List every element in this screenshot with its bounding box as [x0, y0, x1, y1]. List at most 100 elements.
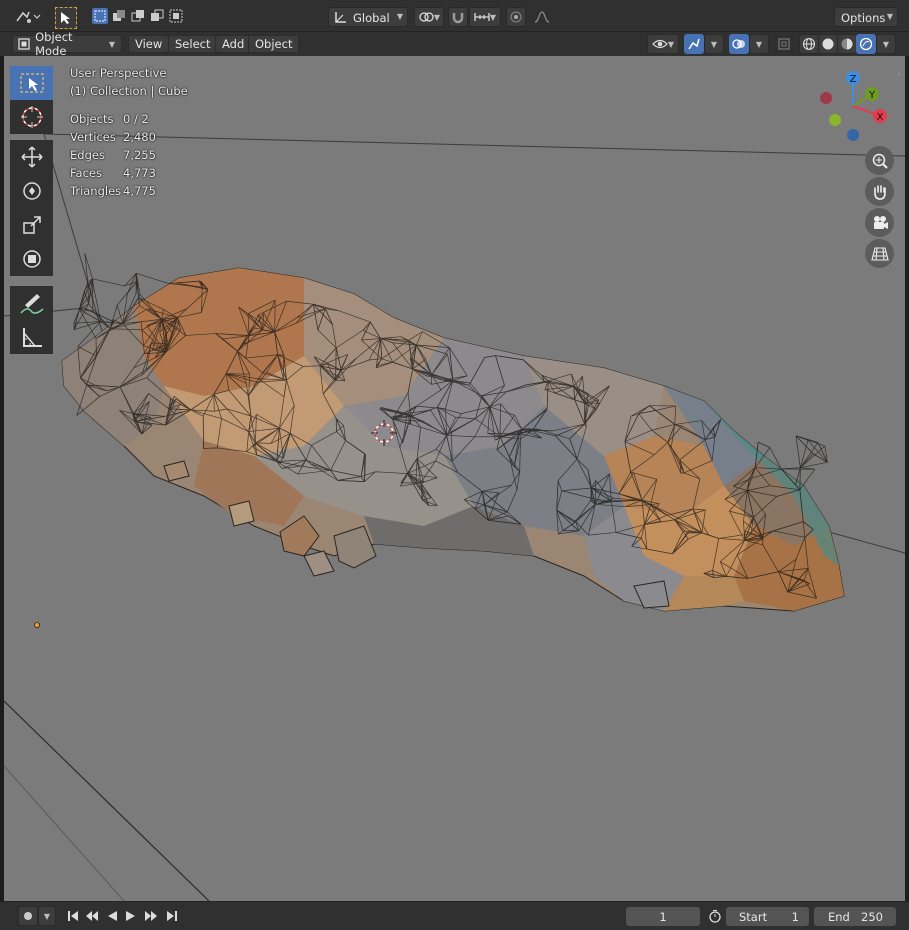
xray-toggle-button[interactable] — [774, 34, 794, 54]
end-value: 250 — [861, 909, 883, 924]
next-keyframe-icon — [145, 911, 157, 921]
add-menu[interactable]: Add — [215, 35, 252, 53]
solid-sphere-icon — [822, 38, 834, 50]
tool-transform[interactable] — [10, 242, 53, 276]
camera-view-button[interactable] — [865, 208, 894, 237]
play-reverse-button[interactable] — [103, 907, 121, 925]
viewport-scene — [4, 133, 905, 901]
xray-icon — [778, 38, 790, 50]
tool-rotate[interactable] — [10, 174, 53, 208]
play-reverse-icon — [108, 911, 117, 921]
gizmo-dropdown[interactable]: ▼ — [704, 34, 724, 54]
view-menu[interactable]: View — [128, 35, 170, 53]
navigation-gizmo[interactable]: Z Y X — [810, 66, 896, 146]
sidebar-toggle[interactable]: ‹ — [897, 70, 905, 86]
prev-keyframe-icon — [86, 911, 98, 921]
scanned-rock-mesh[interactable] — [61, 267, 845, 612]
pivot-point-dropdown[interactable]: ▼ — [414, 7, 444, 27]
shading-material-button[interactable] — [837, 34, 857, 54]
tool-move[interactable] — [10, 140, 53, 174]
material-sphere-icon — [841, 38, 853, 50]
tool-settings-header: Global ▼ ▼ ▼ Options ▼ — [0, 0, 909, 32]
toggle-perspective-button[interactable] — [865, 239, 894, 268]
grid-perspective-icon — [870, 246, 889, 261]
chevron-down-icon: ▼ — [886, 12, 893, 21]
prev-keyframe-button[interactable] — [83, 907, 101, 925]
stopwatch-icon[interactable] — [706, 907, 724, 925]
options-dropdown[interactable]: Options ▼ — [834, 7, 898, 27]
rendered-sphere-icon — [859, 37, 873, 51]
jump-start-icon — [68, 911, 78, 921]
orientation-global-icon — [335, 12, 346, 23]
gizmo-icon — [688, 38, 700, 50]
view-perspective-label: User Perspective — [70, 66, 167, 80]
mode-subtract-button[interactable] — [130, 8, 146, 24]
record-button[interactable] — [18, 906, 38, 926]
stat-value: 0 / 2 — [123, 112, 149, 126]
play-button[interactable] — [122, 907, 140, 925]
mode-difference-button[interactable] — [149, 8, 165, 24]
play-icon — [126, 911, 135, 921]
tool-cursor[interactable] — [10, 100, 53, 134]
cursor-arrow-icon — [61, 12, 70, 24]
snap-increment-icon — [474, 13, 490, 21]
snap-target-dropdown[interactable]: ▼ — [469, 7, 501, 27]
proportional-edit-button[interactable] — [506, 7, 526, 27]
transform-orientation-dropdown[interactable]: Global ▼ — [328, 7, 408, 27]
select-intersect-icon — [169, 9, 183, 23]
pan-button[interactable] — [865, 177, 894, 206]
tool-measure[interactable] — [10, 320, 53, 354]
falloff-dropdown[interactable] — [527, 7, 557, 27]
axis-x-label: X — [877, 112, 884, 123]
select-extend-icon — [113, 10, 125, 21]
visibility-dropdown[interactable]: ▼ — [647, 34, 679, 54]
object-mode-dropdown[interactable]: Object Mode ▼ — [12, 30, 122, 58]
shading-dropdown[interactable]: ▼ — [876, 34, 896, 54]
editor-type-icon — [16, 11, 41, 23]
select-menu[interactable]: Select — [168, 35, 218, 53]
magnet-icon — [452, 13, 464, 24]
overlays-dropdown[interactable]: ▼ — [749, 34, 769, 54]
stat-label: Vertices — [70, 130, 116, 144]
chevron-down-icon: ▼ — [667, 39, 675, 49]
axis-neg-x-dot[interactable] — [820, 92, 832, 104]
current-frame-field[interactable]: 1 — [626, 907, 700, 926]
start-frame-field[interactable]: Start 1 — [726, 907, 809, 926]
shading-rendered-button[interactable] — [856, 34, 876, 54]
chevron-down-icon: ▼ — [108, 39, 115, 49]
jump-start-button[interactable] — [64, 907, 82, 925]
axis-neg-z-dot[interactable] — [847, 129, 859, 141]
next-keyframe-button[interactable] — [142, 907, 160, 925]
grid-line — [4, 765, 125, 901]
gizmo-toggle-button[interactable] — [684, 34, 704, 54]
chevron-down-icon: ▼ — [882, 39, 890, 49]
zoom-button[interactable] — [865, 146, 894, 175]
grid-line — [43, 133, 905, 157]
3d-viewport[interactable]: User Perspective (1) Collection | Cube O… — [4, 56, 905, 901]
axis-neg-y-dot[interactable] — [829, 114, 841, 126]
overlays-icon — [732, 39, 745, 49]
jump-end-button[interactable] — [163, 907, 181, 925]
object-menu[interactable]: Object — [248, 35, 300, 53]
shading-wireframe-button[interactable] — [799, 34, 819, 54]
mode-intersect-button[interactable] — [168, 8, 184, 24]
axis-z-label: Z — [850, 74, 857, 85]
object-origin-dot[interactable] — [34, 622, 40, 628]
annotate-pencil-icon — [19, 294, 43, 314]
snap-toggle-button[interactable] — [448, 7, 468, 27]
select-box-tool-button[interactable] — [55, 7, 77, 29]
mode-set-button[interactable] — [92, 8, 108, 24]
keying-dropdown[interactable]: ▼ — [38, 906, 56, 926]
chevron-down-icon: ▼ — [755, 39, 763, 49]
editor-type-dropdown[interactable] — [14, 8, 42, 26]
chevron-down-icon: ▼ — [710, 39, 718, 49]
tool-select-box[interactable] — [10, 66, 53, 100]
shading-solid-button[interactable] — [818, 34, 838, 54]
chevron-down-icon: ▼ — [43, 911, 51, 921]
tool-annotate[interactable] — [10, 286, 53, 320]
mode-extend-button[interactable] — [111, 8, 127, 24]
end-frame-field[interactable]: End 250 — [814, 907, 896, 926]
mode-label: Object Mode — [35, 30, 73, 58]
tool-scale[interactable] — [10, 208, 53, 242]
overlays-toggle-button[interactable] — [729, 34, 749, 54]
